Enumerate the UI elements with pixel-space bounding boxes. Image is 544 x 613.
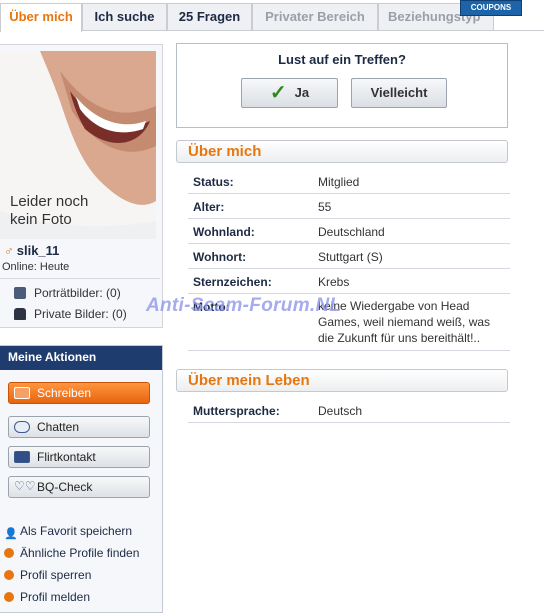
bq-check-button[interactable]: ♡♡ BQ-Check — [8, 476, 150, 498]
tab-ueber-mich[interactable]: Über mich — [0, 3, 82, 32]
about-row-country: Wohnland: Deutschland — [188, 219, 510, 244]
hearts-icon: ♡♡ — [14, 479, 36, 493]
flirt-label: Flirtkontakt — [37, 450, 96, 464]
report-profile-label: Profil melden — [20, 590, 91, 604]
checkmark-icon: ✓ — [269, 82, 287, 104]
arrow-bullet-icon — [4, 548, 14, 558]
row-value: Stuttgart (S) — [318, 250, 383, 264]
row-value: Krebs — [318, 275, 350, 289]
portrait-pictures-label: Porträtbilder: (0) — [34, 286, 121, 300]
coupons-button[interactable]: COUPONS — [460, 0, 522, 16]
tab-privater-bereich[interactable]: Privater Bereich — [252, 3, 378, 30]
yes-label: Ja — [294, 85, 310, 100]
watermark-text: Anti-Scam-Forum.NL — [146, 295, 342, 316]
row-key: Alter: — [193, 200, 225, 214]
find-similar-label: Ähnliche Profile finden — [20, 546, 140, 560]
portrait-icon — [14, 287, 26, 299]
meeting-box: Lust auf ein Treffen? ✓ Ja Vielleicht — [176, 43, 508, 128]
my-actions-title: Meine Aktionen — [0, 346, 162, 370]
flirt-contact-button[interactable]: Flirtkontakt — [8, 446, 150, 468]
life-section-title: Über mein Leben — [176, 369, 508, 392]
private-pictures-link[interactable]: Private Bilder: (0) — [14, 307, 127, 321]
life-row-native-language: Muttersprache: Deutsch — [188, 398, 510, 423]
about-section-title: Über mich — [176, 140, 508, 163]
row-value: 55 — [318, 200, 332, 214]
meeting-question: Lust auf ein Treffen? — [278, 52, 406, 67]
row-key: Wohnort: — [193, 250, 247, 264]
username-line: ♂ slik_11 — [4, 243, 59, 258]
about-row-age: Alter: 55 — [188, 194, 510, 219]
row-value: Deutsch — [318, 404, 363, 418]
arrow-bullet-icon — [4, 592, 14, 602]
arrow-bullet-icon — [4, 570, 14, 580]
about-row-zodiac: Sternzeichen: Krebs — [188, 269, 510, 294]
row-key: Muttersprache: — [193, 404, 280, 418]
save-favorite-label: Als Favorit speichern — [20, 524, 133, 538]
username: slik_11 — [16, 243, 60, 258]
bq-check-label: BQ-Check — [37, 480, 93, 494]
row-value: Mitglied — [318, 175, 360, 189]
private-pictures-label: Private Bilder: (0) — [34, 307, 127, 321]
lock-icon — [14, 308, 26, 320]
block-profile-label: Profil sperren — [20, 568, 92, 582]
flirt-card-icon — [14, 451, 30, 463]
row-key: Status: — [193, 175, 234, 189]
row-key: Wohnland: — [193, 225, 255, 239]
envelope-icon — [14, 387, 30, 399]
add-favorite-icon: 👤 — [4, 528, 18, 540]
row-value: Deutschland — [318, 225, 385, 239]
write-label: Schreiben — [37, 386, 92, 400]
maybe-button[interactable]: Vielleicht — [351, 78, 447, 108]
row-key: Sternzeichen: — [193, 275, 272, 289]
report-profile-link[interactable]: Profil melden — [4, 590, 90, 604]
chat-bubble-icon — [14, 421, 30, 433]
male-gender-icon: ♂ — [4, 243, 14, 258]
about-row-city: Wohnort: Stuttgart (S) — [188, 244, 510, 269]
no-photo-text: Leider noch kein Foto — [10, 193, 88, 229]
no-photo-line2: kein Foto — [10, 211, 72, 228]
profile-card: Leider noch kein Foto ♂ slik_11 Online: H… — [0, 44, 163, 328]
about-row-status: Status: Mitglied — [188, 169, 510, 194]
no-photo-line1: Leider noch — [10, 193, 89, 210]
my-actions-panel: Meine Aktionen Schreiben Chatten Flirtko… — [0, 345, 163, 613]
row-value: keine Wiedergabe von Head Games, weil ni… — [318, 299, 491, 345]
chat-label: Chatten — [37, 420, 80, 434]
card-divider — [0, 278, 160, 279]
yes-button[interactable]: ✓ Ja — [241, 78, 338, 108]
find-similar-link[interactable]: Ähnliche Profile finden — [4, 546, 139, 560]
tab-25-fragen[interactable]: 25 Fragen — [167, 3, 252, 30]
online-status: Online: Heute — [2, 261, 70, 273]
write-message-button[interactable]: Schreiben — [8, 382, 150, 404]
block-profile-link[interactable]: Profil sperren — [4, 568, 91, 582]
portrait-pictures-link[interactable]: Porträtbilder: (0) — [14, 286, 121, 300]
tab-ich-suche[interactable]: Ich suche — [82, 3, 167, 30]
chat-button[interactable]: Chatten — [8, 416, 150, 438]
save-favorite-link[interactable]: 👤 Als Favorit speichern — [4, 524, 133, 540]
